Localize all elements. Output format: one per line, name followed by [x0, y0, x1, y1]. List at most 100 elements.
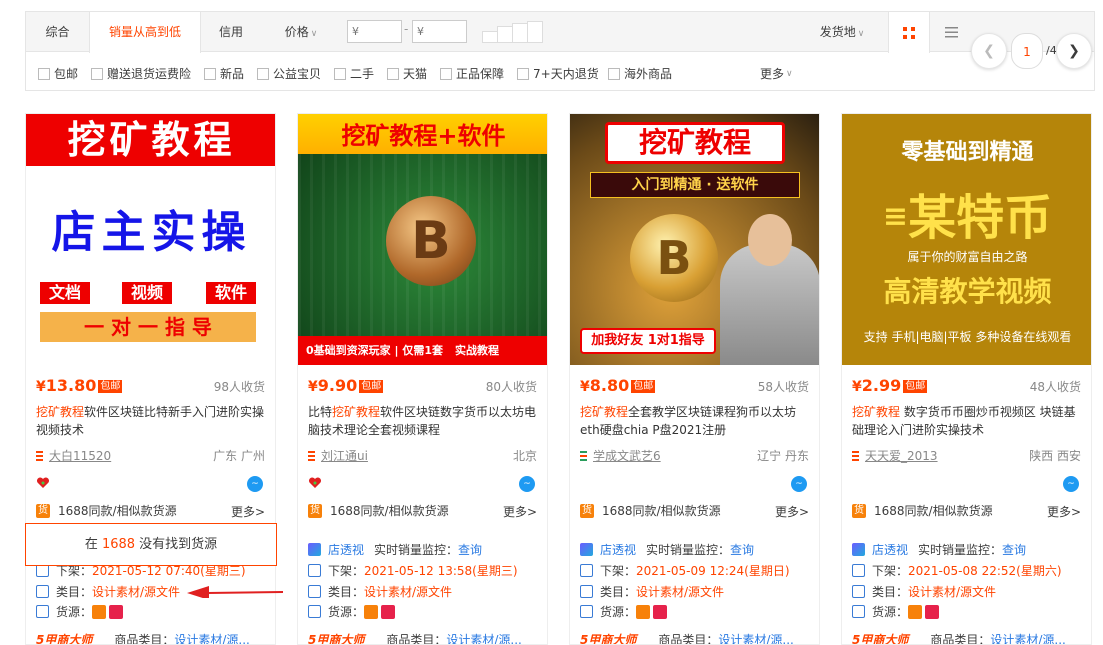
more-link[interactable]: 更多> [503, 503, 537, 520]
product-title[interactable]: 挖矿教程软件区块链比特新手入门进阶实操视频技术 [36, 403, 271, 439]
category-link[interactable]: 设计素材/源文件 [364, 583, 452, 600]
heart-icon[interactable] [36, 476, 50, 490]
more-filters-button[interactable]: 更多 ∨ [760, 65, 793, 82]
checkbox[interactable] [387, 67, 399, 80]
bottom-category-link[interactable]: 设计素材/源... [718, 631, 794, 644]
free-shipping-badge: 包邮 [631, 380, 656, 393]
bottom-category-link[interactable]: 设计素材/源... [990, 631, 1066, 644]
shop-link[interactable]: 天天爱_2013 [852, 447, 938, 464]
alibaba-icon[interactable] [364, 604, 379, 619]
price-range-blocks[interactable] [482, 21, 544, 43]
info-value: 2021-05-12 13:58(星期三) [364, 564, 518, 578]
product-card[interactable]: 挖矿教程+软件 B 0基础到资深玩家 | 仅需1套 实战教程 ¥9.90 包邮 80… [297, 113, 548, 645]
more-link[interactable]: 更多> [775, 503, 809, 520]
filter-new[interactable]: 新品 [204, 65, 244, 82]
shop-link[interactable]: 大白11520 [36, 447, 111, 464]
more-link[interactable]: 更多> [1047, 503, 1081, 520]
no-source-popup: 在 1688 没有找到货源 [25, 523, 277, 566]
chat-icon[interactable]: ~ [791, 476, 807, 492]
chat-icon[interactable]: ~ [519, 476, 535, 492]
checkbox[interactable] [204, 67, 216, 80]
shop-insight-link[interactable]: 店透视 [328, 541, 364, 558]
source-1688-link[interactable]: 货 1688同款/相似款货源 [308, 502, 449, 519]
filter-tmall[interactable]: 天猫 [387, 65, 427, 82]
query-link[interactable]: 查询 [730, 541, 754, 558]
price-block[interactable] [497, 26, 513, 43]
heart-icon[interactable] [308, 476, 322, 490]
ship-from-dropdown[interactable]: 发货地 ∨ [812, 12, 872, 52]
source-icon: 货 [308, 503, 322, 518]
checkbox[interactable] [257, 67, 269, 80]
clock-icon [580, 564, 593, 577]
list-view-button[interactable] [930, 12, 972, 52]
checkbox[interactable] [91, 67, 103, 80]
checkbox[interactable] [608, 67, 620, 80]
pinduoduo-icon[interactable] [381, 604, 396, 619]
bottom-category-link[interactable]: 设计素材/源... [446, 631, 522, 644]
checkbox[interactable] [38, 67, 50, 80]
product-thumbnail[interactable]: 零基础到精通 ≡某特币 属于你的财富自由之路 高清教学视频 支持 手机|电脑|平… [842, 114, 1091, 365]
filter-return-insurance[interactable]: 赠送退货运费险 [91, 65, 191, 82]
filter-7day-return[interactable]: 7+天内退货 [517, 65, 599, 82]
grid-view-button[interactable] [888, 12, 930, 53]
prev-page-button[interactable]: ❮ [971, 33, 1007, 69]
filter-free-shipping[interactable]: 包邮 [38, 65, 78, 82]
product-title[interactable]: 挖矿教程全套教学区块链课程狗币以太坊eth硬盘chia P盘2021注册 [580, 403, 815, 439]
category-link[interactable]: 设计素材/源文件 [92, 583, 180, 600]
source-icon: 货 [36, 503, 50, 518]
checkbox[interactable] [440, 67, 452, 80]
shop-link[interactable]: 刘江通ui [308, 447, 368, 464]
info-label: 货源： [56, 605, 93, 619]
chat-icon[interactable]: ~ [247, 476, 263, 492]
bottom-category-link[interactable]: 设计素材/源... [174, 631, 250, 644]
current-page[interactable]: 1 [1011, 33, 1043, 69]
product-thumbnail[interactable]: 挖矿教程 入门到精通 · 送软件 B 加我好友 1对1指导 [570, 114, 819, 365]
info-label: 类目： [56, 585, 93, 599]
filter-label: 公益宝贝 [273, 67, 322, 81]
filter-authentic[interactable]: 正品保障 [440, 65, 504, 82]
next-page-button[interactable]: ❯ [1056, 33, 1092, 69]
pinduoduo-icon[interactable] [653, 604, 668, 619]
alibaba-icon[interactable] [636, 604, 651, 619]
tab-sales-desc[interactable]: 销量从高到低 [89, 12, 201, 53]
product-card[interactable]: 零基础到精通 ≡某特币 属于你的财富自由之路 高清教学视频 支持 手机|电脑|平… [841, 113, 1092, 645]
alibaba-icon[interactable] [908, 604, 923, 619]
product-title[interactable]: 挖矿教程 数字货币币圈炒币视频区 块链基础理论入门进阶实操技术 [852, 403, 1087, 439]
price-block[interactable] [527, 21, 543, 43]
alibaba-icon[interactable] [92, 604, 107, 619]
query-link[interactable]: 查询 [458, 541, 482, 558]
shop-link[interactable]: 学成文武艺6 [580, 447, 661, 464]
product-card[interactable]: 挖矿教程 入门到精通 · 送软件 B 加我好友 1对1指导 ¥8.80 包邮 58… [569, 113, 820, 645]
filter-overseas[interactable]: 海外商品 [608, 65, 672, 82]
category-link[interactable]: 设计素材/源文件 [636, 583, 724, 600]
product-thumbnail[interactable]: 挖矿教程+软件 B 0基础到资深玩家 | 仅需1套 实战教程 [298, 114, 547, 365]
source-1688-link[interactable]: 货 1688同款/相似款货源 [580, 502, 721, 519]
source-1688-link[interactable]: 货 1688同款/相似款货源 [852, 502, 993, 519]
product-thumbnail[interactable]: 挖矿教程 店主实操 文档 视频 软件 一 对 一 指 导 [26, 114, 275, 365]
filter-charity[interactable]: 公益宝贝 [257, 65, 321, 82]
pinduoduo-icon[interactable] [109, 604, 124, 619]
tab-credit[interactable]: 信用 [201, 12, 261, 52]
chat-icon[interactable]: ~ [1063, 476, 1079, 492]
sold-count: 98人收货 [213, 380, 265, 394]
price-block[interactable] [482, 31, 498, 43]
price-max-input[interactable] [412, 20, 467, 43]
price-block[interactable] [512, 23, 528, 43]
query-link[interactable]: 查询 [1002, 541, 1026, 558]
shop-insight-link[interactable]: 店透视 [600, 541, 636, 558]
tab-price[interactable]: 价格 ∨ [271, 12, 331, 52]
checkbox[interactable] [334, 67, 346, 80]
thumb-headline: 挖矿教程 [605, 122, 785, 164]
checkbox[interactable] [517, 67, 529, 80]
price-min-input[interactable] [347, 20, 402, 43]
shop-insight-link[interactable]: 店透视 [872, 541, 908, 558]
presenter-face [748, 214, 792, 266]
product-title[interactable]: 比特挖矿教程软件区块链数字货币以太坊电脑技术理论全套视频课程 [308, 403, 543, 439]
tab-comprehensive[interactable]: 综合 [26, 12, 89, 52]
category-link[interactable]: 设计素材/源文件 [908, 583, 996, 600]
pinduoduo-icon[interactable] [925, 604, 940, 619]
more-link[interactable]: 更多> [231, 503, 265, 520]
source-1688-link[interactable]: 货 1688同款/相似款货源 [36, 502, 177, 519]
filter-second-hand[interactable]: 二手 [334, 65, 374, 82]
filter-label: 包邮 [54, 67, 79, 81]
